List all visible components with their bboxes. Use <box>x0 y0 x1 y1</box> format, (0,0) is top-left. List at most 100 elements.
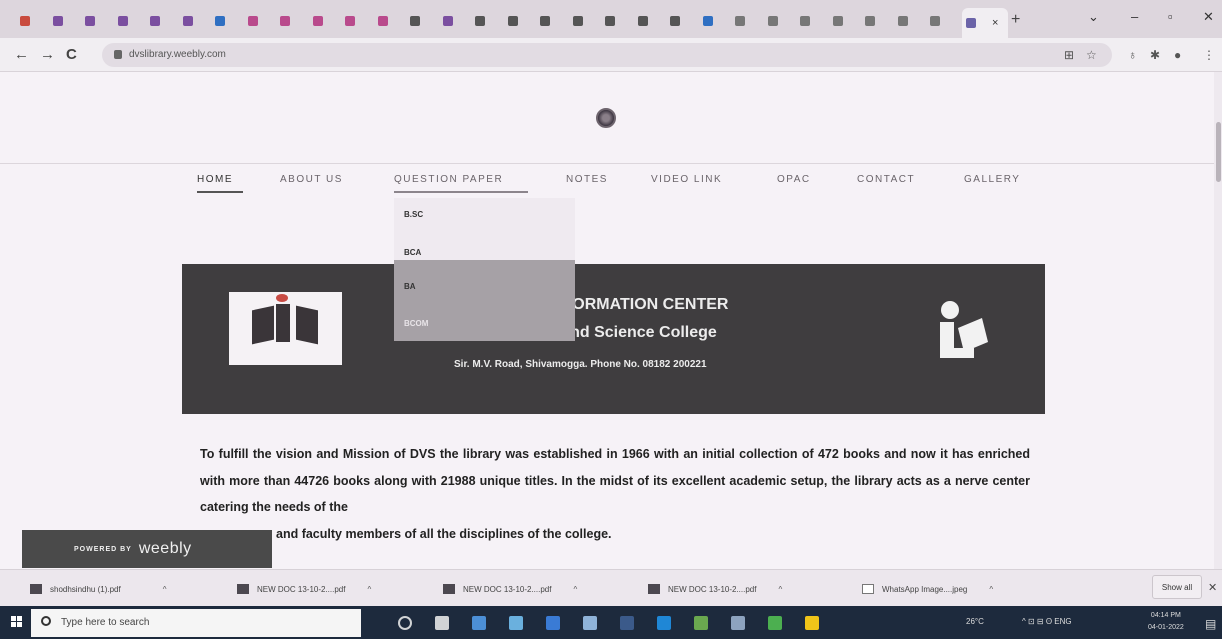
url-text[interactable]: dvslibrary.weebly.com <box>129 49 226 60</box>
dropdown-item-bca[interactable]: BCA <box>404 248 421 257</box>
mail-icon[interactable] <box>583 616 597 630</box>
forward-button[interactable]: → <box>40 46 55 63</box>
browser-tab[interactable] <box>735 10 759 32</box>
download-item[interactable]: NEW DOC 13-10-2....pdf ^ <box>237 584 371 594</box>
browser-tab[interactable] <box>767 10 792 32</box>
nav-home[interactable]: HOME <box>197 174 233 185</box>
browser-tab[interactable] <box>670 10 694 32</box>
show-all-button[interactable]: Show all <box>1152 575 1202 599</box>
browser-tab[interactable] <box>20 10 44 32</box>
browser-tab[interactable] <box>540 10 564 32</box>
menu-kebab-icon[interactable]: ⋮ <box>1203 48 1215 62</box>
word-icon[interactable] <box>768 616 782 630</box>
browser-tab[interactable] <box>150 10 174 32</box>
dropdown-item-ba[interactable]: BA <box>404 282 416 291</box>
chevron-up-icon[interactable]: ^ <box>367 585 371 594</box>
browser-tab[interactable] <box>475 10 499 32</box>
dropdown-item-bsc[interactable]: B.SC <box>404 210 423 219</box>
file-explorer-icon[interactable] <box>509 616 523 630</box>
download-item[interactable]: WhatsApp Image....jpeg ^ <box>862 584 993 594</box>
browser-tab[interactable] <box>865 10 889 32</box>
new-tab-button[interactable]: + <box>1011 11 1020 29</box>
browser-tab[interactable] <box>312 10 337 32</box>
system-tray[interactable]: ^ ⊡ ⊟ ʘ ENG <box>1022 617 1072 626</box>
browser-tab[interactable] <box>507 10 532 32</box>
nav-gallery[interactable]: GALLERY <box>964 174 1020 185</box>
browser-tab[interactable] <box>117 10 142 32</box>
chevron-up-icon[interactable]: ^ <box>163 585 167 594</box>
widgets-icon[interactable] <box>435 616 449 630</box>
browser-tab[interactable] <box>52 10 77 32</box>
browser-tab[interactable] <box>247 10 272 32</box>
windows-start-icon[interactable] <box>11 616 23 628</box>
close-window-button[interactable]: ✕ <box>1203 9 1214 25</box>
extension-icon[interactable]: ♁ <box>1128 48 1137 62</box>
banner-address: Sir. M.V. Road, Shivamogga. Phone No. 08… <box>454 359 707 370</box>
browser-tab[interactable] <box>410 10 434 32</box>
chevron-up-icon[interactable]: ^ <box>573 585 577 594</box>
app-icon[interactable] <box>731 616 745 630</box>
chevron-up-icon[interactable]: ^ <box>778 585 782 594</box>
download-item[interactable]: shodhsindhu (1).pdf ^ <box>30 584 166 594</box>
install-app-icon[interactable]: ⊞ <box>1064 48 1074 62</box>
photos-icon[interactable] <box>620 616 634 630</box>
active-tab[interactable]: × <box>962 8 1008 38</box>
browser-tab[interactable] <box>85 10 109 32</box>
browser-tab[interactable] <box>702 10 727 32</box>
store-icon[interactable] <box>546 616 560 630</box>
browser-tab[interactable] <box>605 10 629 32</box>
tab-favicon <box>410 16 420 26</box>
nav-notes[interactable]: NOTES <box>566 174 608 185</box>
maximize-button[interactable]: ▫ <box>1168 9 1173 24</box>
browser-tab[interactable] <box>345 10 369 32</box>
nav-contact[interactable]: CONTACT <box>857 174 915 185</box>
tab-favicon <box>702 16 713 26</box>
browser-tab[interactable] <box>215 10 239 32</box>
download-item[interactable]: NEW DOC 13-10-2....pdf ^ <box>443 584 577 594</box>
taskbar-clock[interactable]: 04:14 PM 04-01-2022 <box>1148 610 1184 634</box>
reload-button[interactable]: C <box>66 46 77 63</box>
browser-tab[interactable] <box>442 10 467 32</box>
taskbar-search-box[interactable]: Type here to search <box>31 609 361 637</box>
lock-icon[interactable] <box>114 50 122 59</box>
notification-icon[interactable]: ▤ <box>1205 617 1216 631</box>
weebly-logo: weebly <box>138 540 192 557</box>
back-button[interactable]: ← <box>14 46 29 63</box>
browser-tab[interactable] <box>182 10 207 32</box>
tab-favicon <box>832 16 843 26</box>
download-filename: NEW DOC 13-10-2....pdf <box>257 584 346 594</box>
download-item[interactable]: NEW DOC 13-10-2....pdf ^ <box>648 584 782 594</box>
nav-question-paper[interactable]: QUESTION PAPER <box>394 174 503 185</box>
chrome-icon[interactable] <box>694 616 708 630</box>
nav-about-us[interactable]: ABOUT US <box>280 174 343 185</box>
nav-opac[interactable]: OPAC <box>777 174 811 185</box>
close-tab-icon[interactable]: × <box>992 17 998 29</box>
browser-tab[interactable] <box>930 10 954 32</box>
nav-video-link[interactable]: VIDEO LINK <box>651 174 722 185</box>
app-icon[interactable] <box>805 616 819 630</box>
tab-favicon <box>312 16 323 26</box>
browser-tab[interactable] <box>280 10 304 32</box>
powered-by-weebly-badge[interactable]: POWERED BY weebly <box>22 530 272 568</box>
address-bar[interactable] <box>102 43 1112 67</box>
close-downloads-icon[interactable]: ✕ <box>1208 581 1217 594</box>
college-seal-logo[interactable] <box>596 108 616 128</box>
browser-tab[interactable] <box>377 10 402 32</box>
edge-browser-icon[interactable] <box>472 616 486 630</box>
puzzle-icon[interactable]: ✱ <box>1150 48 1160 62</box>
browser-tab[interactable] <box>572 10 597 32</box>
bookmark-star-icon[interactable]: ☆ <box>1086 48 1097 62</box>
dropdown-item-bcom[interactable]: BCOM <box>404 319 428 328</box>
settings-icon[interactable] <box>657 616 671 630</box>
browser-tab[interactable] <box>897 10 922 32</box>
browser-tab[interactable] <box>800 10 824 32</box>
minimize-button[interactable]: – <box>1131 9 1138 24</box>
browser-tab[interactable] <box>832 10 857 32</box>
scrollbar-thumb[interactable] <box>1216 122 1221 182</box>
task-view-icon[interactable] <box>398 616 412 630</box>
browser-tab[interactable] <box>637 10 662 32</box>
profile-avatar[interactable]: ● <box>1174 48 1181 62</box>
tab-search-icon[interactable]: ⌄ <box>1088 9 1099 25</box>
weather-widget[interactable]: 26°C <box>966 617 984 626</box>
chevron-up-icon[interactable]: ^ <box>989 585 993 594</box>
